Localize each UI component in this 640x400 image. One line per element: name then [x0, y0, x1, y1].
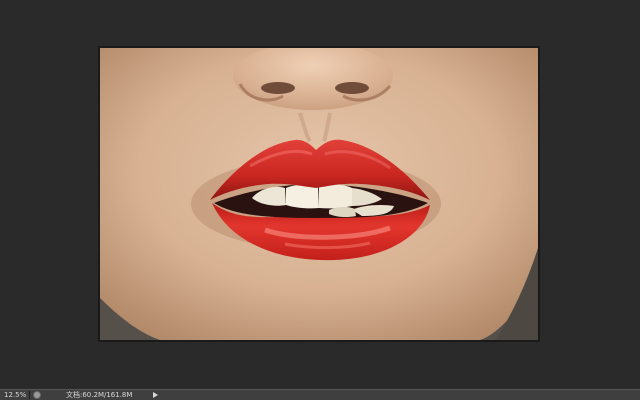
document-canvas[interactable] — [100, 48, 538, 340]
document-info-icon[interactable] — [33, 391, 41, 399]
document-image — [100, 48, 538, 340]
zoom-level[interactable]: 12.5% — [4, 390, 26, 400]
document-size-info: 文档:60.2M/161.8M — [66, 391, 133, 399]
status-separator — [29, 391, 30, 399]
photoshop-workspace — [0, 0, 640, 389]
play-arrow-icon[interactable] — [153, 392, 158, 398]
status-bar: 12.5% 文档:60.2M/161.8M — [0, 389, 640, 400]
